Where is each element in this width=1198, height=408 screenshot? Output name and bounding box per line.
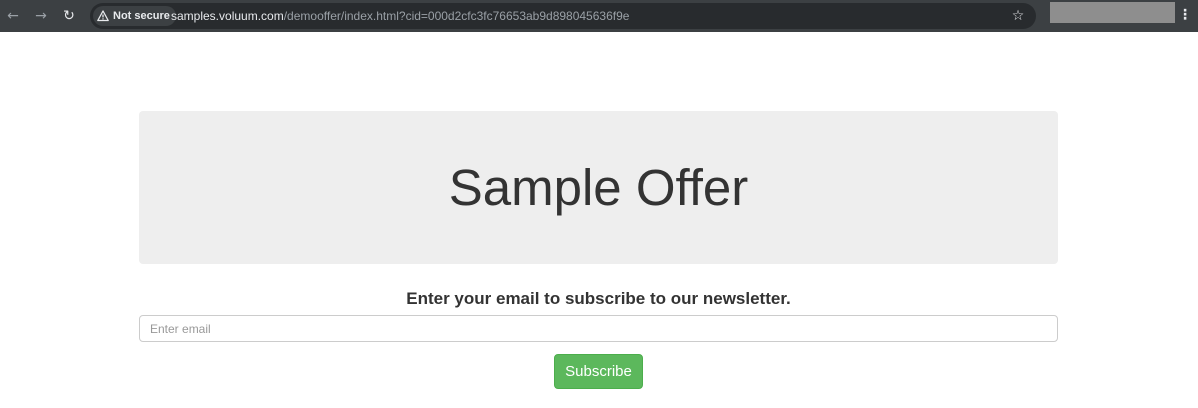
subscribe-prompt: Enter your email to subscribe to our new… bbox=[406, 289, 791, 308]
browser-toolbar: ← → ↻ Not secure samples.voluum.com/demo… bbox=[0, 0, 1198, 32]
offer-banner: Sample Offer bbox=[139, 111, 1058, 264]
security-label: Not secure bbox=[113, 10, 170, 22]
url-path: /demooffer/index.html?cid=000d2cfc3fc766… bbox=[283, 9, 630, 23]
profile-button[interactable] bbox=[1050, 2, 1175, 23]
address-bar[interactable]: Not secure samples.voluum.com/demooffer/… bbox=[90, 3, 1036, 29]
reload-icon[interactable]: ↻ bbox=[57, 4, 81, 28]
url-text[interactable]: samples.voluum.com/demooffer/index.html?… bbox=[171, 3, 629, 29]
security-chip[interactable]: Not secure bbox=[93, 6, 176, 26]
warning-icon bbox=[97, 10, 109, 22]
url-host: samples.voluum.com bbox=[171, 9, 284, 23]
forward-arrow-icon[interactable]: → bbox=[29, 4, 53, 28]
star-icon[interactable]: ☆ bbox=[1008, 6, 1028, 26]
page-title: Sample Offer bbox=[448, 159, 749, 216]
subscribe-button[interactable]: Subscribe bbox=[554, 354, 643, 389]
back-arrow-icon[interactable]: ← bbox=[1, 4, 25, 28]
kebab-menu-icon[interactable]: ⋮ bbox=[1177, 4, 1193, 26]
email-field[interactable] bbox=[139, 315, 1058, 342]
